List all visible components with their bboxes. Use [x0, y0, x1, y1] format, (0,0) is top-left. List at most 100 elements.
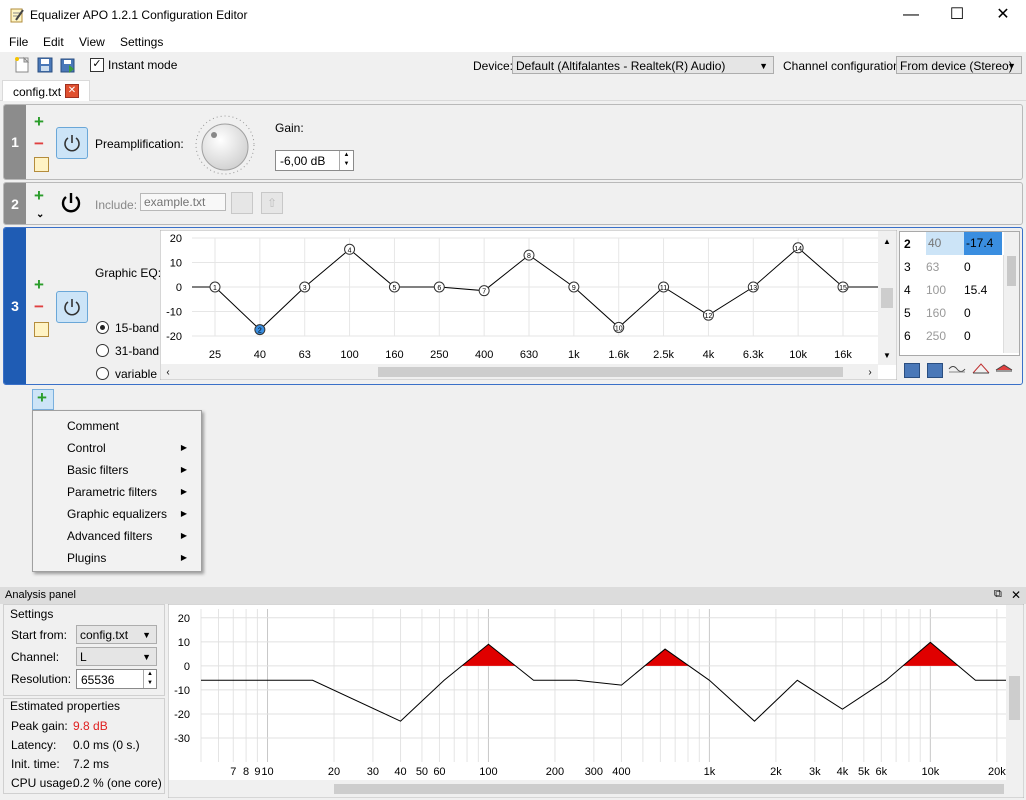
- minimize-button[interactable]: —: [888, 0, 934, 31]
- edit-icon[interactable]: [34, 157, 49, 172]
- table-scroll-thumb[interactable]: [1007, 256, 1016, 286]
- eq-band-handle[interactable]: 7: [478, 285, 490, 297]
- eq-band-handle[interactable]: 11: [658, 281, 670, 293]
- x-tick-label: 10k: [921, 766, 939, 778]
- save-icon[interactable]: [36, 56, 54, 74]
- eq-band-handle[interactable]: 6: [433, 281, 445, 293]
- power-toggle[interactable]: [56, 291, 88, 323]
- gain-input[interactable]: -6,00 dB ▲ ▼: [275, 150, 354, 171]
- table-cell: -17.4: [964, 232, 1002, 255]
- eq-x-tick-label: 1.6k: [608, 349, 629, 361]
- eq-x-tick-label: 10k: [789, 349, 807, 361]
- app-icon: [10, 8, 24, 23]
- save-icon[interactable]: [231, 192, 253, 214]
- remove-icon[interactable]: −: [34, 298, 44, 315]
- tab-config[interactable]: config.txt ✕: [2, 80, 90, 102]
- menu-view[interactable]: View: [79, 35, 105, 49]
- eq-x-tick-label: 1k: [568, 349, 580, 361]
- band-table[interactable]: 2 40 -17.4 3 63 0 4 100 15.4 5 160 0 6 250 0: [899, 231, 1020, 356]
- save-as-icon[interactable]: [59, 56, 77, 74]
- include-input[interactable]: [140, 193, 226, 211]
- add-icon[interactable]: +: [34, 187, 44, 204]
- start-from-select[interactable]: config.txt ▼: [76, 625, 157, 644]
- tab-close-icon[interactable]: ✕: [65, 84, 79, 98]
- eq-x-tick-label: 16k: [834, 349, 852, 361]
- close-icon[interactable]: ✕: [1011, 588, 1021, 602]
- radio-variable[interactable]: [96, 367, 109, 380]
- instant-mode-checkbox[interactable]: ✓: [90, 58, 104, 72]
- eq-band-handle[interactable]: 1: [209, 281, 221, 293]
- eq-flat-icon[interactable]: [995, 361, 1013, 377]
- eq-curve-icon[interactable]: [948, 361, 966, 377]
- eq-band-handle[interactable]: 3: [299, 281, 311, 293]
- table-row[interactable]: 3 63 0: [900, 255, 1004, 278]
- radio-variable-label: variable: [115, 367, 158, 381]
- eq-band-handle[interactable]: 2: [254, 324, 266, 336]
- add-filter-button[interactable]: +: [32, 389, 54, 410]
- add-icon[interactable]: +: [34, 276, 44, 293]
- table-row[interactable]: 6 250 0: [900, 324, 1004, 347]
- radio-31-band[interactable]: [96, 344, 109, 357]
- eq-band-handle[interactable]: 14: [792, 242, 804, 254]
- init-time-value: 7.2 ms: [73, 757, 110, 771]
- gain-spinner[interactable]: ▲ ▼: [339, 151, 353, 170]
- menu-item[interactable]: Parametric filters: [67, 485, 157, 499]
- menu-item[interactable]: Comment: [67, 419, 119, 433]
- new-file-icon[interactable]: [13, 56, 31, 74]
- menu-edit[interactable]: Edit: [43, 35, 64, 49]
- gain-label: Gain:: [275, 121, 304, 135]
- menu-item[interactable]: Plugins: [67, 551, 106, 565]
- eq-band-number: 11: [660, 285, 667, 292]
- gain-knob[interactable]: [194, 114, 256, 176]
- close-button[interactable]: ✕: [980, 0, 1026, 31]
- upload-icon[interactable]: ⇧: [261, 192, 283, 214]
- eq-band-handle[interactable]: 13: [747, 281, 759, 293]
- frequency-response-chart[interactable]: 20100-10-20-307 8 9 10 20 30 40 50 60 100 200 300 40…: [168, 604, 1024, 798]
- menu-settings[interactable]: Settings: [120, 35, 163, 49]
- menu-item[interactable]: Control: [67, 441, 106, 455]
- menu-item[interactable]: Advanced filters: [67, 529, 152, 543]
- expand-icon[interactable]: ⌄: [36, 209, 44, 220]
- chevron-down-icon: ▼: [759, 61, 768, 71]
- table-row[interactable]: 4 100 15.4: [900, 278, 1004, 301]
- radio-15-band[interactable]: [96, 321, 109, 334]
- table-scrollbar[interactable]: [1003, 232, 1019, 353]
- table-cell: 3: [904, 260, 911, 274]
- graphic-eq-chart[interactable]: 20100-10-2025 40 63 100 160 250 400 630 1k 1.6k 2.…: [160, 230, 897, 380]
- y-tick-label: -30: [174, 733, 190, 745]
- include-label: Include:: [95, 198, 138, 212]
- row-number: 3: [4, 228, 26, 384]
- resolution-spinner[interactable]: ▲ ▼: [143, 670, 156, 688]
- eq-band-number: 8: [527, 253, 531, 260]
- y-tick-label: -10: [174, 685, 190, 697]
- table-row[interactable]: 2 40 -17.4: [900, 232, 1004, 255]
- resolution-input[interactable]: 65536 ▲ ▼: [76, 669, 157, 689]
- eq-peak-icon[interactable]: [972, 361, 990, 377]
- eq-band-handle[interactable]: 8: [523, 249, 535, 261]
- eq-band-handle[interactable]: 15: [837, 281, 849, 293]
- menu-file[interactable]: File: [9, 35, 28, 49]
- latency-label: Latency:: [11, 738, 57, 752]
- channel-config-select[interactable]: From device (Stereo) ▼: [896, 56, 1022, 74]
- eq-band-handle[interactable]: 4: [344, 243, 356, 255]
- add-icon[interactable]: +: [34, 113, 44, 130]
- float-icon[interactable]: ⧉: [994, 588, 1002, 601]
- eq-band-handle[interactable]: 9: [568, 281, 580, 293]
- device-select[interactable]: Default (Altifalantes - Realtek(R) Audio…: [512, 56, 774, 74]
- remove-icon[interactable]: −: [34, 135, 44, 152]
- channel-select[interactable]: L ▼: [76, 647, 157, 666]
- power-icon[interactable]: [60, 192, 82, 214]
- eq-band-handle[interactable]: 10: [613, 321, 625, 333]
- save-icon[interactable]: [904, 363, 920, 378]
- maximize-button[interactable]: ☐: [934, 0, 980, 31]
- edit-icon[interactable]: [34, 322, 49, 337]
- device-value: Default (Altifalantes - Realtek(R) Audio…: [516, 59, 726, 73]
- save-as-icon[interactable]: [927, 363, 943, 378]
- menu-item[interactable]: Graphic equalizers: [67, 507, 167, 521]
- eq-band-handle[interactable]: 12: [702, 309, 714, 321]
- power-toggle[interactable]: [56, 127, 88, 159]
- x-tick-label: 2k: [770, 766, 782, 778]
- table-row[interactable]: 5 160 0: [900, 301, 1004, 324]
- menu-item[interactable]: Basic filters: [67, 463, 128, 477]
- eq-band-handle[interactable]: 5: [388, 281, 400, 293]
